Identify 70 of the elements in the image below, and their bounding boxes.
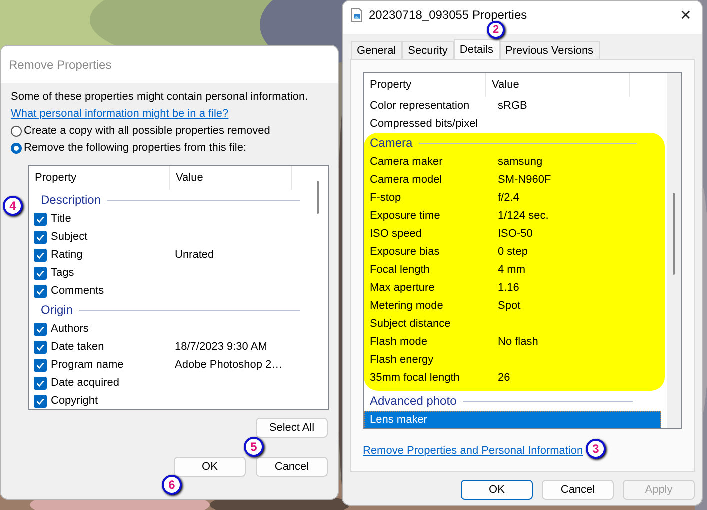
property-value: Adobe Photoshop 2… <box>175 359 283 371</box>
help-link[interactable]: What personal information might be in a file? <box>11 108 229 120</box>
cancel-button[interactable]: Cancel <box>542 480 614 500</box>
property-name: Subject <box>50 231 89 243</box>
property-row[interactable]: Focal length 4 mm <box>364 261 665 279</box>
radio-label: Remove the following properties from this file: <box>24 142 247 154</box>
property-name: Title <box>50 213 72 225</box>
scrollbar[interactable] <box>317 181 319 214</box>
property-row[interactable]: Color representation sRGB <box>364 97 667 115</box>
ok-button[interactable]: OK <box>174 457 246 477</box>
group-heading: Camera <box>370 136 413 150</box>
property-name: Copyright <box>50 395 100 407</box>
remove-properties-link[interactable]: Remove Properties and Personal Information <box>363 445 584 457</box>
select-all-button[interactable]: Select All <box>256 418 328 438</box>
checkbox[interactable] <box>34 394 47 408</box>
close-button[interactable]: ✕ <box>680 7 692 23</box>
checkbox[interactable] <box>34 248 47 262</box>
group-heading: Origin <box>41 303 74 317</box>
property-row[interactable]: Max aperture 1.16 <box>364 279 665 297</box>
property-name: Comments <box>50 285 106 297</box>
checkbox[interactable] <box>34 358 47 372</box>
property-row[interactable]: F-stop f/2.4 <box>364 189 665 207</box>
tab[interactable]: Security <box>402 41 454 59</box>
property-row[interactable]: Compressed bits/pixel <box>364 115 667 133</box>
image-file-icon <box>351 8 363 22</box>
checkbox[interactable] <box>34 212 47 226</box>
checkbox[interactable] <box>34 230 47 244</box>
tab[interactable]: General <box>351 41 402 59</box>
checkbox[interactable] <box>34 284 47 298</box>
group-heading: Advanced photo <box>370 394 457 408</box>
property-name: Authors <box>50 323 90 335</box>
checkbox[interactable] <box>34 340 47 354</box>
window-title: 20230718_093055 Properties <box>369 8 528 22</box>
checkbox[interactable] <box>34 266 47 280</box>
column-header[interactable]: Value <box>170 166 292 190</box>
cancel-button[interactable]: Cancel <box>256 457 328 477</box>
group-heading: Description <box>41 193 102 207</box>
radio-button[interactable] <box>11 142 22 154</box>
property-name: Rating <box>50 249 84 261</box>
property-row[interactable]: Metering mode Spot <box>364 297 665 315</box>
ok-button[interactable]: OK <box>461 480 533 500</box>
property-value: 18/7/2023 9:30 AM <box>175 341 268 353</box>
checkbox[interactable] <box>34 322 47 336</box>
column-header[interactable]: Value <box>486 73 630 97</box>
property-name: Tags <box>50 267 76 279</box>
property-row[interactable]: Exposure bias 0 step <box>364 243 665 261</box>
property-value: Unrated <box>175 249 214 261</box>
column-header[interactable]: Property <box>29 166 170 190</box>
checkbox[interactable] <box>34 376 47 390</box>
window-title: Remove Properties <box>1 46 338 83</box>
intro-text: Some of these properties might contain personal information. <box>11 91 310 103</box>
tab[interactable]: Previous Versions <box>500 41 600 59</box>
property-name: Date taken <box>50 341 106 353</box>
column-header[interactable]: Property <box>364 73 486 97</box>
property-name: Date acquired <box>50 377 120 389</box>
property-row[interactable]: Camera model SM-N960F <box>364 171 665 189</box>
property-row[interactable]: Exposure time 1/124 sec. <box>364 207 665 225</box>
radio-button[interactable] <box>11 126 22 136</box>
property-name: Program name <box>50 359 125 371</box>
property-row[interactable]: Lens maker <box>364 411 661 428</box>
property-row[interactable]: Subject distance <box>364 315 665 333</box>
property-row[interactable]: Flash energy <box>364 351 665 369</box>
radio-label: Create a copy with all possible properties removed <box>24 125 270 137</box>
property-row[interactable]: ISO speed ISO-50 <box>364 225 665 243</box>
tab[interactable]: Details <box>454 39 500 59</box>
scrollbar-thumb[interactable] <box>673 193 675 275</box>
property-row[interactable]: Flash mode No flash <box>364 333 665 351</box>
property-row[interactable]: 35mm focal length 26 <box>364 369 665 387</box>
scrollbar-track[interactable] <box>667 73 681 428</box>
property-row[interactable]: Camera maker samsung <box>364 153 665 171</box>
